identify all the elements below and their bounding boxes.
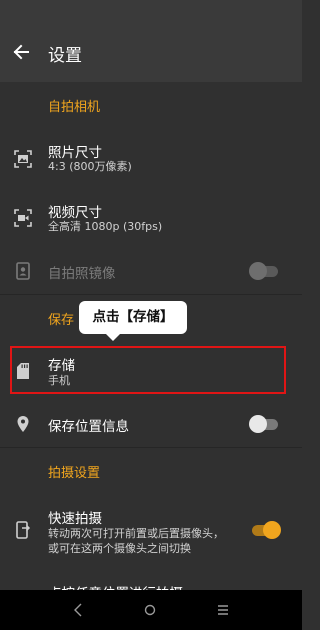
system-nav-bar [0, 590, 302, 630]
video-size-title: 视频尺寸 [48, 205, 102, 221]
callout-tooltip: 点击【存储】 [79, 301, 187, 334]
save-location-toggle[interactable] [249, 415, 281, 433]
storage-highlight-box [10, 346, 286, 394]
section-header-save: 保存 [48, 313, 75, 328]
section-divider [0, 447, 302, 448]
page-title: 设置 [48, 46, 82, 66]
selfie-mirror-icon [16, 262, 30, 280]
nav-home-icon[interactable] [143, 603, 157, 617]
nav-menu-icon[interactable] [216, 604, 230, 616]
quick-shoot-title: 快速拍摄 [48, 511, 102, 527]
section-header-shooting-settings: 拍摄设置 [48, 466, 101, 481]
callout-tail [104, 332, 122, 341]
back-arrow-icon[interactable] [12, 43, 30, 61]
photo-size-icon [14, 150, 32, 168]
video-size-icon [14, 209, 32, 227]
section-header-selfie-camera: 自拍相机 [48, 100, 101, 115]
selfie-mirror-title: 自拍照镜像 [48, 266, 116, 282]
quick-shoot-description-line2: 或可在这两个摄像头之间切换 [48, 542, 191, 555]
app-bar: 设置 [0, 0, 302, 82]
location-pin-icon [17, 416, 29, 432]
selfie-mirror-toggle [249, 262, 281, 280]
quick-shoot-phone-icon [16, 521, 31, 539]
save-location-title: 保存位置信息 [48, 419, 129, 435]
photo-size-value: 4:3 (800万像素) [48, 160, 132, 173]
quick-shoot-description-line1: 转动两次可打开前置或后置摄像头， [48, 527, 224, 540]
nav-back-icon[interactable] [71, 603, 85, 617]
quick-shoot-toggle[interactable] [249, 521, 281, 539]
section-divider [0, 294, 302, 295]
video-size-value: 全高清 1080p (30fps) [48, 220, 163, 233]
photo-size-title: 照片尺寸 [48, 145, 102, 161]
